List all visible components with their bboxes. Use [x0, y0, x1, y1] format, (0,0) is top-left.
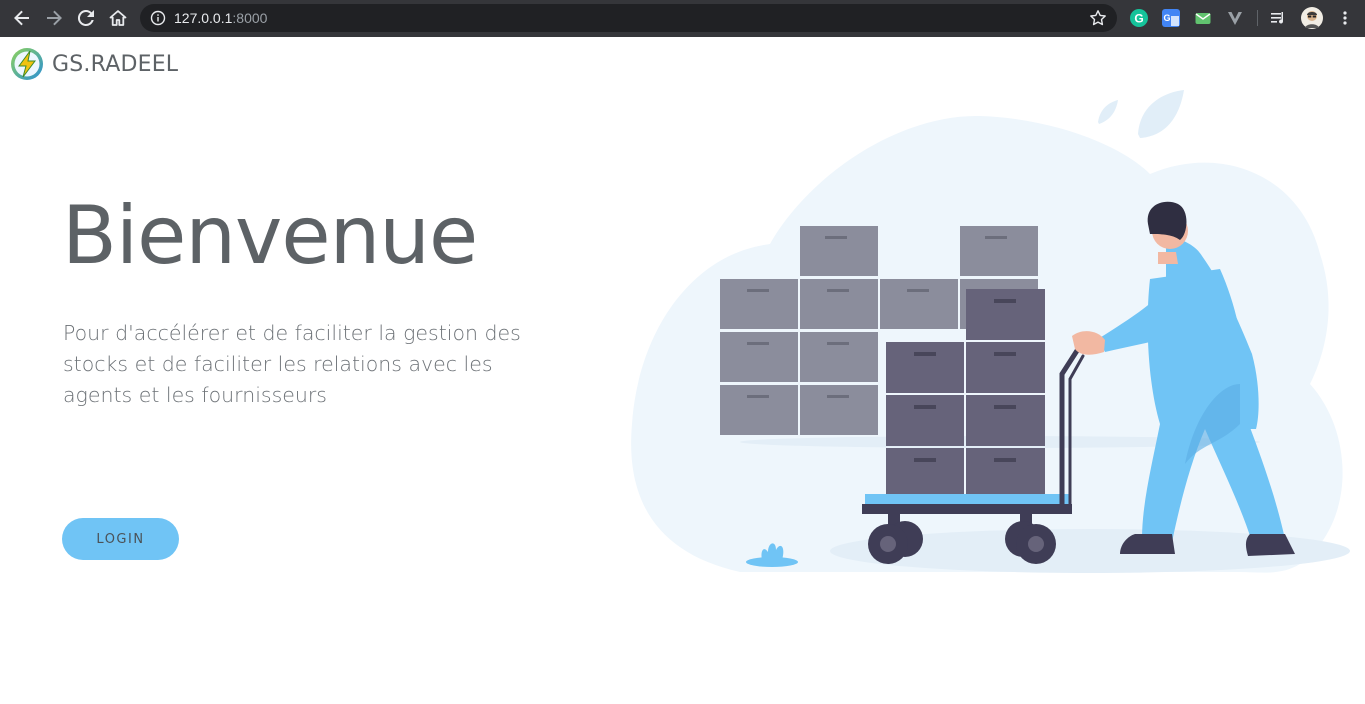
info-icon[interactable]	[150, 10, 166, 26]
grammarly-icon[interactable]: G	[1130, 9, 1148, 27]
star-icon[interactable]	[1089, 9, 1107, 27]
profile-avatar[interactable]	[1301, 7, 1323, 29]
svg-text:G: G	[1163, 13, 1170, 23]
url-port: :8000	[232, 10, 268, 26]
back-icon[interactable]	[10, 6, 34, 30]
reload-icon[interactable]	[74, 6, 98, 30]
toolbar-separator	[1257, 10, 1258, 26]
login-button[interactable]: LOGIN	[62, 518, 179, 560]
browser-toolbar: 127.0.0.1:8000 G G	[0, 0, 1365, 37]
hero-description: Pour d'accélérer et de faciliter la gest…	[63, 321, 521, 407]
address-bar[interactable]: 127.0.0.1:8000	[140, 4, 1117, 32]
svg-text:G: G	[1134, 12, 1143, 26]
brand[interactable]: GS.RADEEL	[10, 47, 178, 81]
leaf-large	[1138, 90, 1184, 138]
logo-icon	[11, 48, 43, 80]
page-title: Bienvenue	[62, 189, 478, 282]
vivaldi-icon[interactable]	[1226, 9, 1244, 27]
brand-name: GS.RADEEL	[52, 51, 179, 77]
translate-icon[interactable]: G	[1162, 9, 1180, 27]
playlist-icon[interactable]	[1270, 9, 1288, 27]
leaf-small	[1098, 100, 1118, 124]
url-text: 127.0.0.1:8000	[174, 10, 267, 26]
mail-icon[interactable]	[1194, 9, 1212, 27]
warehouse-illustration	[631, 90, 1350, 573]
url-host: 127.0.0.1	[174, 10, 233, 26]
home-icon[interactable]	[106, 6, 130, 30]
more-icon[interactable]	[1333, 6, 1357, 30]
forward-icon[interactable]	[42, 6, 66, 30]
